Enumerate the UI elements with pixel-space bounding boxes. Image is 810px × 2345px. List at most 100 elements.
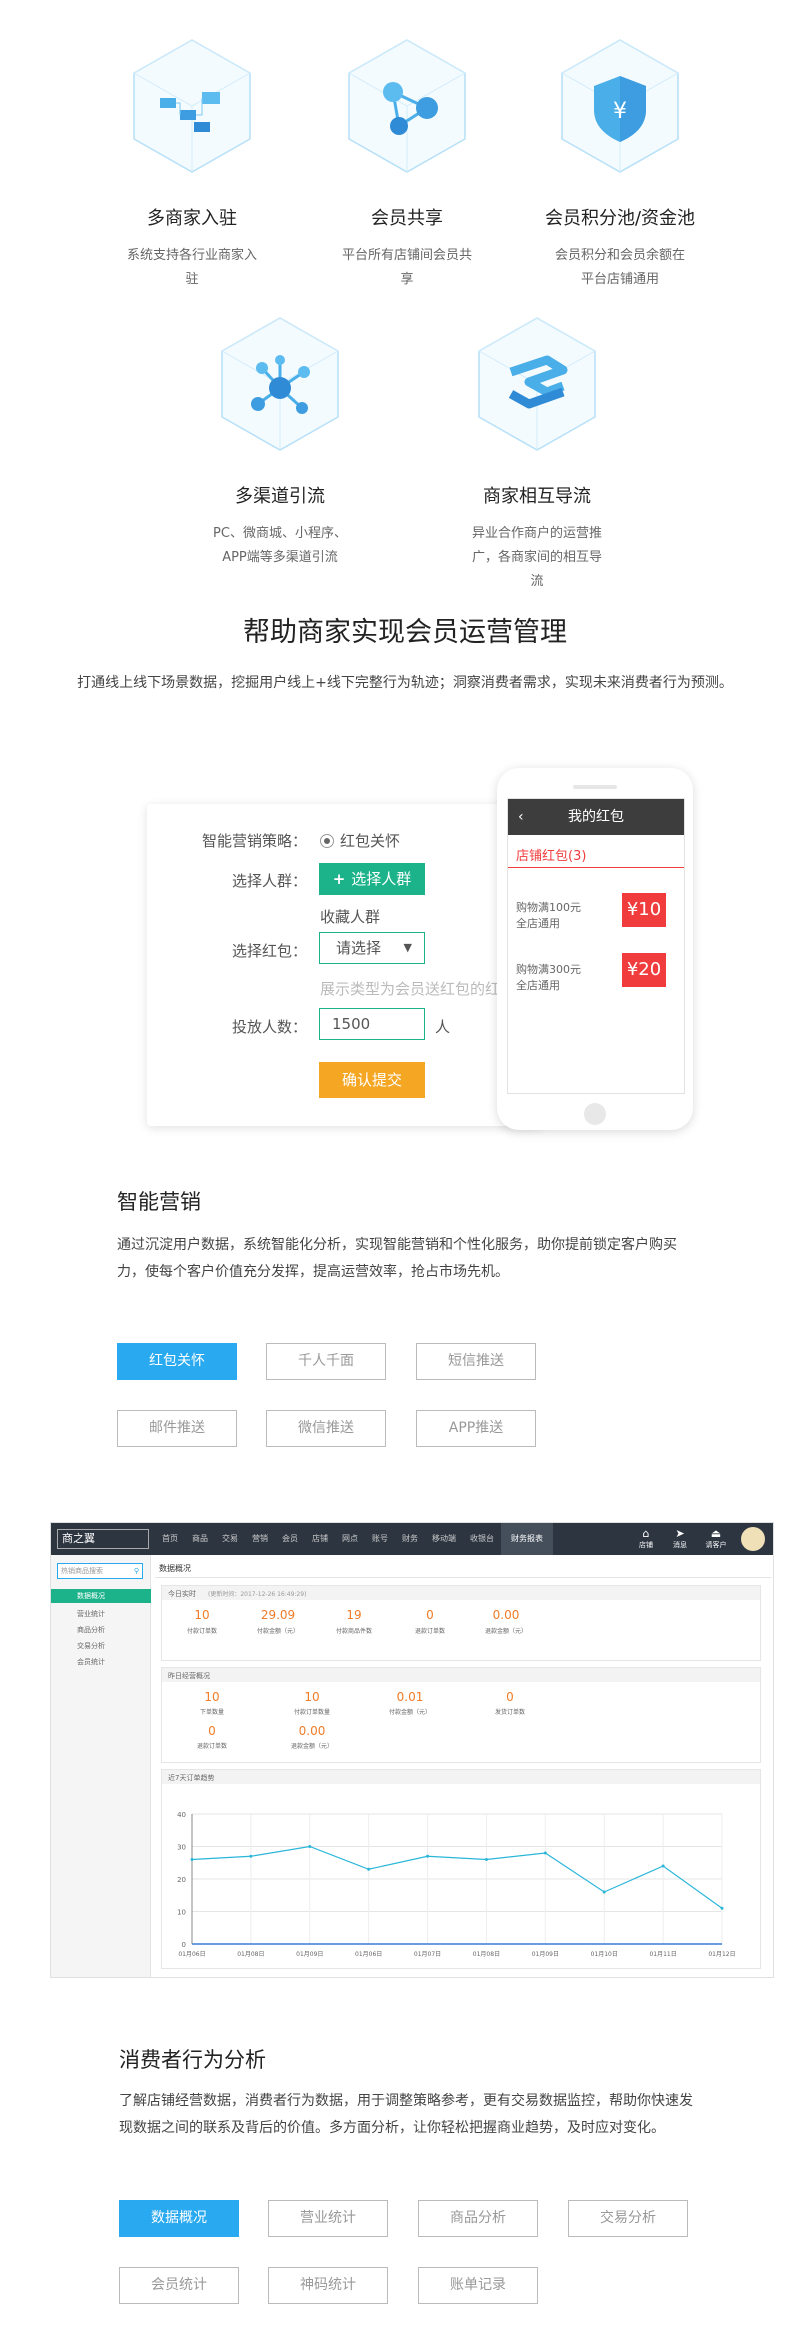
coupon-cond: 购物满100元 [516,901,581,914]
select-crowd-button[interactable]: + 选择人群 [319,863,425,895]
feature-title: 会员积分池/资金池 [544,208,696,229]
feature-desc: 异业合作商户的运营推广，各商家间的相互导流 [471,526,602,589]
nav-item[interactable]: 财务 [395,1523,425,1555]
btn-business-stats[interactable]: 营业统计 [268,2200,388,2237]
count-label: 投放人数： [231,1018,307,1036]
coupon-scope: 全店通用 [516,917,560,930]
eject-icon: ⏏ [710,1527,722,1540]
btn-member-stats[interactable]: 会员统计 [119,2267,239,2304]
today-panel: 今日实时 (更新时间：2017-12-26 16:49:29) 10 付款订单数… [161,1585,761,1661]
count-input[interactable]: 1500 [319,1008,425,1040]
btn-red-packet[interactable]: 红包关怀 [117,1343,237,1380]
nav-client[interactable]: ⏏ 请客户 [699,1527,733,1550]
strategy-radio[interactable]: 红包关怀 [320,830,400,851]
phone-screen: ‹ 我的红包 店铺红包(3) 购物满100元 全店通用 ¥10 购物满300元 全… [507,798,685,1094]
y-tick-label: 0 [182,1941,186,1949]
nav-item[interactable]: 首页 [155,1523,185,1555]
stat-label: 退款订单数 [196,1743,227,1750]
coupon-card[interactable]: 购物满100元 全店通用 ¥10 [508,889,684,945]
stat-label: 退款金额（元） [290,1743,333,1750]
nav-item[interactable]: 营销 [245,1523,275,1555]
btn-product-analysis[interactable]: 商品分析 [418,2200,538,2237]
dash-nav: 首页 商品 交易 营销 会员 店铺 网点 账号 财务 移动端 收银台 财务报表 [155,1523,553,1555]
btn-wechat-push[interactable]: 微信推送 [266,1410,386,1447]
stat-value: 29.09 [260,1608,296,1622]
phone-mockup: ‹ 我的红包 店铺红包(3) 购物满100元 全店通用 ¥10 购物满300元 全… [497,768,693,1130]
feature-desc: 系统支持各行业商家入驻 [126,248,257,287]
nav-item-active[interactable]: 财务报表 [501,1523,553,1555]
trend-panel: 近7天订单趋势 0 10 20 30 40 01月06日 01月08日 01月09日 01月06… [161,1769,761,1969]
sidebar-search-placeholder: 热销商品搜索 [61,1567,103,1575]
stat-today: 10 付款订单数 [172,1608,232,1635]
sidebar-item[interactable]: 会员统计 [77,1657,105,1667]
submit-button[interactable]: 确认提交 [319,1062,425,1098]
nav-message[interactable]: ➤ 消息 [665,1527,695,1550]
x-tick-label: 01月06日 [178,1951,205,1958]
btn-personalized[interactable]: 千人千面 [266,1343,386,1380]
nav-item[interactable]: 店铺 [305,1523,335,1555]
plus-icon: + [332,870,346,888]
packet-select[interactable]: 请选择 ▼ [319,932,425,964]
stat-yesterday: 10 付款订单数量 [282,1690,342,1716]
nav-item[interactable]: 收银台 [463,1523,501,1555]
strategy-value: 红包关怀 [340,832,401,850]
coupon-card[interactable]: 购物满300元 全店通用 ¥20 [508,945,684,1001]
crowd-value: 收藏人群 [320,908,381,926]
yuan-shield-icon: ¥ [550,36,690,176]
network-nodes-icon [337,36,477,176]
sidebar-item[interactable]: 交易分析 [77,1641,105,1651]
nav-home[interactable]: ⌂ 店铺 [631,1527,661,1550]
coupon-scope: 全店通用 [516,979,560,992]
phone-title: 我的红包 [568,809,624,825]
stat-value: 19 [346,1608,362,1622]
avatar[interactable] [741,1527,765,1551]
sidebar-item-active[interactable]: 数据概况 [51,1589,151,1603]
phone-home-button [584,1103,606,1125]
analysis-desc: 了解店铺经营数据，消费者行为数据，用于调整策略参考，更有交易数据监控，帮助你快速… [119,2093,693,2136]
btn-email-push[interactable]: 邮件推送 [117,1410,237,1447]
stat-value: 10 [194,1608,210,1622]
y-tick-label: 40 [177,1811,186,1819]
panel-header: 今日实时 (更新时间：2017-12-26 16:49:29) [162,1586,760,1600]
stat-label: 付款订单数量 [293,1709,330,1716]
btn-sms-push[interactable]: 短信推送 [416,1343,536,1380]
back-icon[interactable]: ‹ [518,799,524,835]
nav-item[interactable]: 账号 [365,1523,395,1555]
stat-label: 付款商品件数 [335,1628,372,1635]
sidebar-item[interactable]: 商品分析 [77,1625,105,1635]
dash-sidebar: 热销商品搜索 ⚲ 数据概况 营业统计 商品分析 交易分析 会员统计 [51,1555,151,1977]
nav-item[interactable]: 会员 [275,1523,305,1555]
feature-title: 商家相互导流 [483,486,591,507]
shop-packet-label: 店铺红包(3) [516,849,587,864]
panel-header: 近7天订单趋势 [162,1770,760,1784]
stat-label: 退款金额（元） [484,1628,527,1635]
x-tick-label: 01月12日 [708,1951,735,1958]
x-tick-label: 01月07日 [414,1951,441,1958]
feature-multi-channel: 多渠道引流 PC、微商城、小程序、APP端等多渠道引流 [160,314,400,570]
sidebar-item[interactable]: 营业统计 [77,1609,105,1619]
data-point [661,1864,665,1868]
btn-data-overview[interactable]: 数据概况 [119,2200,239,2237]
btn-bill-records[interactable]: 账单记录 [418,2267,538,2304]
nav-item[interactable]: 网点 [335,1523,365,1555]
feature-title: 多渠道引流 [235,486,325,507]
dashboard-screenshot: 商之翼 首页 商品 交易 营销 会员 店铺 网点 账号 财务 移动端 收银台 财… [50,1522,774,1978]
nav-item[interactable]: 交易 [215,1523,245,1555]
btn-code-stats[interactable]: 神码统计 [268,2267,388,2304]
strategy-label: 智能营销策略： [201,832,307,850]
nav-item[interactable]: 移动端 [425,1523,463,1555]
section-title: 帮助商家实现会员运营管理 [243,617,567,648]
btn-app-push[interactable]: APP推送 [416,1410,536,1447]
data-point [190,1858,194,1861]
stat-today: 29.09 付款金额（元） [248,1608,308,1635]
packet-select-value: 请选择 [336,939,382,957]
btn-trade-analysis[interactable]: 交易分析 [568,2200,688,2237]
nav-item[interactable]: 商品 [185,1523,215,1555]
marketing-desc: 通过沉淀用户数据，系统智能化分析，实现智能营销和个性化服务，助你提前锁定客户购买… [117,1237,677,1280]
sidebar-search[interactable]: 热销商品搜索 ⚲ [57,1563,143,1579]
radio-icon [320,834,334,848]
divider [155,1577,771,1578]
feature-member-share: 会员共享 平台所有店铺间会员共享 [287,36,527,292]
trend-label: 近7天订单趋势 [168,1774,215,1782]
phone-speaker [573,785,617,789]
